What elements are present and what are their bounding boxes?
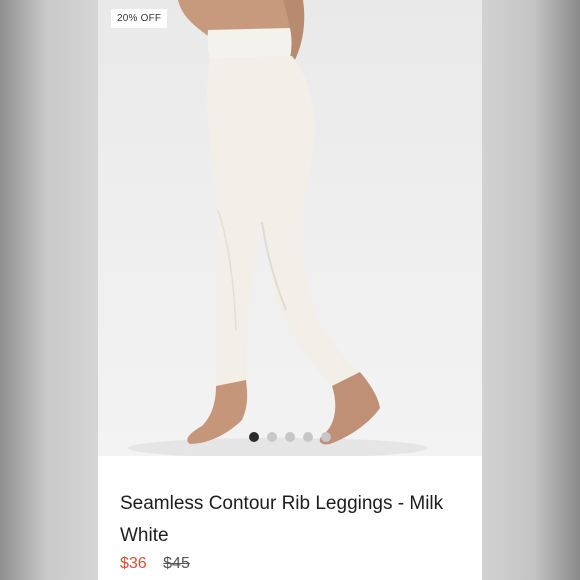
sale-price: $36 xyxy=(120,555,147,572)
carousel-dot[interactable] xyxy=(321,432,331,442)
carousel-dot[interactable] xyxy=(249,432,259,442)
product-title[interactable]: Seamless Contour Rib Leggings - Milk Whi… xyxy=(120,488,470,552)
carousel-dot[interactable] xyxy=(267,432,277,442)
product-card[interactable]: 20% OFF Seamless Contour Rib Leggings - … xyxy=(98,0,482,580)
carousel-dot[interactable] xyxy=(303,432,313,442)
discount-badge: 20% OFF xyxy=(111,9,168,28)
original-price: $45 xyxy=(163,555,190,572)
price-row: $36 $45 xyxy=(120,555,190,573)
product-photo[interactable]: 20% OFF xyxy=(98,0,482,456)
product-photo-image xyxy=(128,0,428,456)
carousel-dots[interactable] xyxy=(98,432,482,442)
carousel-dot[interactable] xyxy=(285,432,295,442)
